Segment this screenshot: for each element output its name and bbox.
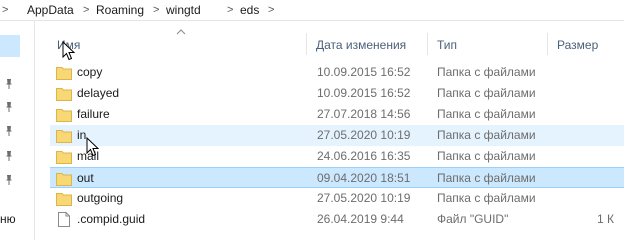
column-header-date[interactable]: Дата изменения	[316, 37, 406, 53]
column-divider[interactable]	[306, 33, 307, 55]
folder-icon	[56, 88, 72, 101]
breadcrumb-chevron-icon[interactable]: >	[2, 2, 8, 18]
file-name: out	[77, 171, 94, 185]
list-item-hovered[interactable]: in 27.05.2020 10:19 Папка с файлами	[50, 125, 624, 146]
list-item[interactable]: .compid.guid 26.04.2019 9:44 Файл "GUID"…	[50, 209, 624, 230]
breadcrumb-separator-icon[interactable]: >	[268, 2, 274, 18]
file-date: 27.05.2020 10:19	[317, 128, 411, 142]
breadcrumb-separator-icon[interactable]: >	[153, 2, 159, 18]
file-name: failure	[77, 107, 110, 121]
folder-icon	[56, 130, 72, 143]
column-header-type[interactable]: Тип	[437, 37, 457, 53]
file-date: 27.07.2018 14:56	[317, 107, 411, 121]
pin-icon[interactable]	[3, 125, 15, 137]
mouse-cursor-icon	[62, 41, 76, 61]
file-name: delayed	[77, 86, 120, 100]
column-headers: Имя Дата изменения Тип Размер	[35, 29, 624, 57]
file-date: 10.09.2015 16:52	[317, 65, 411, 79]
file-type: Папка с файлами	[437, 171, 536, 185]
breadcrumb-item-wingtd[interactable]: wingtd	[166, 2, 201, 18]
file-name: copy	[77, 65, 103, 79]
folder-icon	[56, 193, 72, 206]
list-item[interactable]: outgoing 27.05.2020 10:19 Папка с файлам…	[50, 188, 624, 209]
file-date: 09.04.2020 18:51	[317, 171, 411, 185]
folder-icon	[56, 151, 72, 164]
list-item-selected[interactable]: out 09.04.2020 18:51 Папка с файлами	[50, 167, 624, 188]
file-type: Папка с файлами	[437, 86, 536, 100]
nav-selected-item[interactable]	[0, 35, 20, 57]
file-date: 27.05.2020 10:19	[317, 191, 411, 205]
pin-icon[interactable]	[3, 174, 15, 186]
mouse-cursor-icon	[86, 137, 100, 157]
pin-icon[interactable]	[3, 101, 15, 113]
file-icon	[58, 212, 70, 227]
file-type: Папка с файлами	[437, 128, 536, 142]
file-date: 10.09.2015 16:52	[317, 86, 411, 100]
list-item[interactable]: delayed 10.09.2015 16:52 Папка с файлами	[50, 83, 624, 104]
column-divider[interactable]	[547, 33, 548, 55]
breadcrumb-item-roaming[interactable]: Roaming	[96, 2, 144, 18]
file-size: 1 К	[597, 212, 614, 226]
file-name: .compid.guid	[77, 212, 146, 226]
list-item[interactable]: copy 10.09.2015 16:52 Папка с файлами	[50, 62, 624, 83]
column-divider[interactable]	[427, 33, 428, 55]
navigation-pane[interactable]: ню	[0, 21, 35, 240]
list-item[interactable]: mail 24.06.2016 16:35 Папка с файлами	[50, 146, 624, 167]
file-name: outgoing	[77, 191, 124, 205]
column-header-size[interactable]: Размер	[557, 37, 598, 53]
nav-item-label-partial[interactable]: ню	[0, 212, 16, 226]
sort-ascending-icon	[176, 29, 186, 35]
folder-icon	[56, 173, 72, 186]
file-date: 24.06.2016 16:35	[317, 149, 411, 163]
breadcrumb-separator-icon[interactable]: >	[227, 2, 233, 18]
file-date: 26.04.2019 9:44	[317, 212, 404, 226]
file-type: Файл "GUID"	[437, 212, 509, 226]
pin-icon[interactable]	[3, 78, 15, 90]
file-type: Папка с файлами	[437, 107, 536, 121]
pin-icon[interactable]	[3, 150, 15, 162]
breadcrumb-item-appdata[interactable]: AppData	[27, 2, 74, 18]
explorer-window: > AppData > Roaming > wingtd > eds > ню …	[0, 0, 624, 240]
address-bar[interactable]: > AppData > Roaming > wingtd > eds >	[0, 0, 624, 21]
folder-icon	[56, 67, 72, 80]
file-type: Папка с файлами	[437, 65, 536, 79]
folder-icon	[56, 109, 72, 122]
file-name: mail	[77, 149, 100, 163]
breadcrumb-item-eds[interactable]: eds	[240, 2, 259, 18]
file-name: in	[77, 128, 87, 142]
breadcrumb-separator-icon[interactable]: >	[83, 2, 89, 18]
list-item[interactable]: failure 27.07.2018 14:56 Папка с файлами	[50, 104, 624, 125]
file-type: Папка с файлами	[437, 191, 536, 205]
file-type: Папка с файлами	[437, 149, 536, 163]
